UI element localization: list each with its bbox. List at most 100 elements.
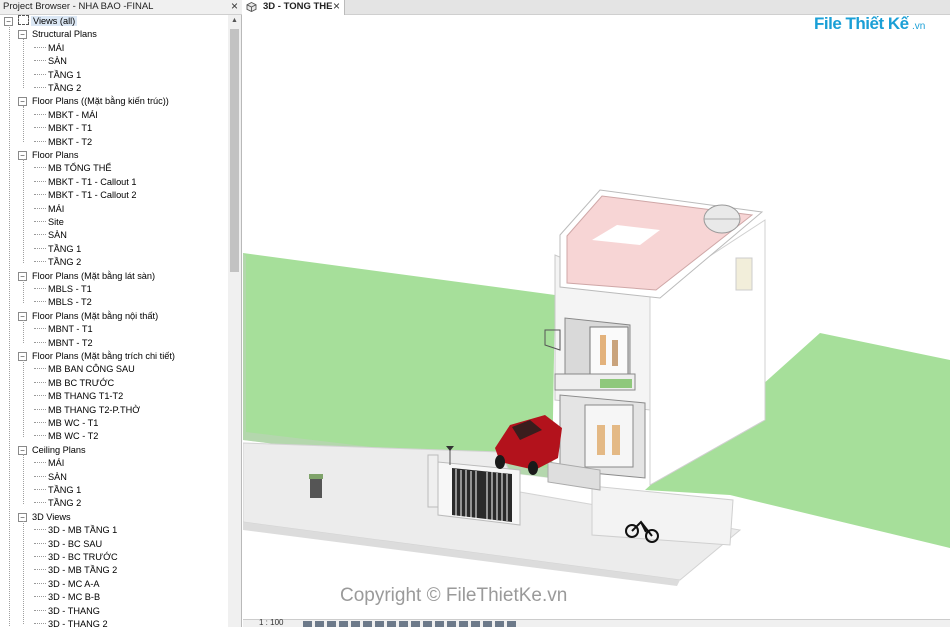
analytical-model-icon[interactable]: [435, 621, 444, 627]
temp-hide-icon[interactable]: [399, 621, 408, 627]
tree-item-label: MBNT - T1: [48, 324, 93, 335]
tree-item[interactable]: 3D - BC TRƯỚC: [34, 551, 118, 564]
tree-item[interactable]: 3D - THANG: [34, 605, 100, 618]
show-crop-icon[interactable]: [375, 621, 384, 627]
tree-item-label: MB THANG T2-P.THỜ: [48, 404, 141, 415]
tree-item[interactable]: TẦNG 2: [34, 256, 81, 269]
detail-level-icon[interactable]: [303, 621, 312, 627]
tree-item[interactable]: 3D - MC B-B: [34, 591, 100, 604]
tree-item[interactable]: MB BC TRƯỚC: [34, 377, 114, 390]
tree-connector: [34, 234, 46, 236]
tree-item[interactable]: SÀN: [34, 55, 67, 68]
view-control-bar: 1 : 100: [243, 618, 950, 627]
tree-scrollbar[interactable]: ▲: [228, 15, 241, 627]
tree-group[interactable]: − Floor Plans (Mặt bằng lát sàn): [18, 270, 155, 283]
project-browser-titlebar: Project Browser - NHA BAO -FINAL ×: [0, 0, 242, 15]
tree-group[interactable]: − Ceiling Plans: [18, 444, 86, 457]
tree-item[interactable]: MB THANG T2-P.THỜ: [34, 404, 140, 417]
tree-item[interactable]: 3D - MC A-A: [34, 578, 100, 591]
tree-item[interactable]: MB THANG T1-T2: [34, 390, 123, 403]
tree-item-label: SÀN: [48, 471, 67, 482]
tab-label: 3D - TONG THE: [263, 1, 333, 12]
temporary-view-icon[interactable]: [471, 621, 480, 627]
tree-root-views-all[interactable]: − Views (all): [4, 15, 78, 28]
tree-item[interactable]: MÁI: [34, 203, 64, 216]
tree-connector: [34, 301, 46, 303]
scroll-up-icon[interactable]: ▲: [231, 17, 238, 24]
tree-item[interactable]: MBLS - T1: [34, 283, 92, 296]
tree-item[interactable]: MB TỔNG THỂ: [34, 162, 111, 175]
tree-item[interactable]: MBKT - T2: [34, 136, 92, 149]
tree-group[interactable]: − Structural Plans: [18, 28, 97, 41]
3d-view-icon: [246, 2, 257, 12]
render-icon[interactable]: [351, 621, 360, 627]
tree-item[interactable]: TẦNG 1: [34, 69, 81, 82]
lock-view-icon[interactable]: [387, 621, 396, 627]
tab-3d-tong-the[interactable]: 3D - TONG THE ×: [243, 0, 345, 15]
tree-item[interactable]: MBNT - T1: [34, 323, 93, 336]
tree-item[interactable]: TẦNG 2: [34, 82, 81, 95]
visual-style-icon[interactable]: [315, 621, 324, 627]
tree-connector: [34, 221, 46, 222]
reveal-hidden-icon[interactable]: [411, 621, 420, 627]
section-box-icon[interactable]: [495, 621, 504, 627]
shadows-icon[interactable]: [339, 621, 348, 627]
tree-item[interactable]: MBLS - T2: [34, 296, 92, 309]
tree-item[interactable]: 3D - THANG 2: [34, 618, 108, 627]
project-browser-title: Project Browser - NHA BAO -FINAL: [3, 1, 154, 12]
tree-connector: [34, 435, 46, 437]
tree-group-label: 3D Views: [32, 511, 71, 522]
tree-connector: [34, 556, 46, 557]
tab-close-icon[interactable]: ×: [333, 0, 340, 13]
tree-connector: [34, 140, 46, 142]
tree-group[interactable]: − Floor Plans ((Mặt bằng kiến trúc)): [18, 95, 169, 108]
tree-item[interactable]: MBNT - T2: [34, 337, 93, 350]
balcony-plants: [600, 379, 632, 388]
tree-item[interactable]: Site: [34, 216, 64, 229]
tree-group[interactable]: − Floor Plans (Mặt bằng nội thất): [18, 310, 158, 323]
tree-connector: [34, 288, 46, 289]
tree-item[interactable]: MÁI: [34, 42, 64, 55]
sun-path-icon[interactable]: [327, 621, 336, 627]
more-options-icon[interactable]: [507, 621, 516, 627]
tree-item[interactable]: MÁI: [34, 457, 64, 470]
tree-item-label: MÁI: [48, 42, 65, 53]
scrollbar-thumb[interactable]: [230, 29, 239, 272]
tree-item[interactable]: TẦNG 1: [34, 243, 81, 256]
tree-item[interactable]: MBKT - T1 - Callout 2: [34, 189, 137, 202]
tree-guide-line: [23, 105, 24, 142]
tree-item[interactable]: MB BAN CÔNG SAU: [34, 363, 135, 376]
tree-item[interactable]: 3D - MB TẦNG 2: [34, 564, 117, 577]
tree-item-label: MBLS - T2: [48, 297, 92, 308]
tree-group[interactable]: − Floor Plans: [18, 149, 78, 162]
tree-item[interactable]: 3D - MB TẦNG 1: [34, 524, 117, 537]
tree-guide-line: [23, 159, 24, 263]
highlight-displacement-icon[interactable]: [447, 621, 456, 627]
tree-group[interactable]: − Floor Plans (Mặt bằng trích chi tiết): [18, 350, 175, 363]
crop-view-icon[interactable]: [363, 621, 372, 627]
tree-item[interactable]: TẦNG 1: [34, 484, 81, 497]
view-properties-icon[interactable]: [483, 621, 492, 627]
reveal-constraints-icon[interactable]: [459, 621, 468, 627]
tree-item[interactable]: MB WC - T2: [34, 430, 98, 443]
tree-item[interactable]: MBKT - MÁI: [34, 109, 98, 122]
tree-group-label: Floor Plans (Mặt bằng nội thất): [32, 310, 159, 321]
tree-item-label: 3D - MB TẦNG 1: [48, 525, 118, 536]
tree-group[interactable]: −3D Views: [18, 511, 71, 524]
tree-item[interactable]: SÀN: [34, 471, 67, 484]
fence-right: [591, 485, 734, 546]
tree-item[interactable]: TẦNG 2: [34, 497, 81, 510]
tree-item[interactable]: MBKT - T1: [34, 122, 92, 135]
tree-item[interactable]: MB WC - T1: [34, 417, 98, 430]
close-icon[interactable]: ×: [231, 0, 238, 13]
tree-item-label: TẦNG 1: [48, 69, 82, 80]
3d-viewport[interactable]: [243, 16, 950, 619]
view-scale[interactable]: 1 : 100: [259, 618, 283, 627]
tree-connector: [34, 408, 46, 410]
tree-item[interactable]: MBKT - T1 - Callout 1: [34, 176, 137, 189]
worksharing-icon[interactable]: [423, 621, 432, 627]
tree-item[interactable]: 3D - BC SAU: [34, 538, 102, 551]
tree-connector: [34, 261, 46, 263]
3d-model-render: [243, 189, 950, 586]
tree-item[interactable]: SÀN: [34, 229, 67, 242]
